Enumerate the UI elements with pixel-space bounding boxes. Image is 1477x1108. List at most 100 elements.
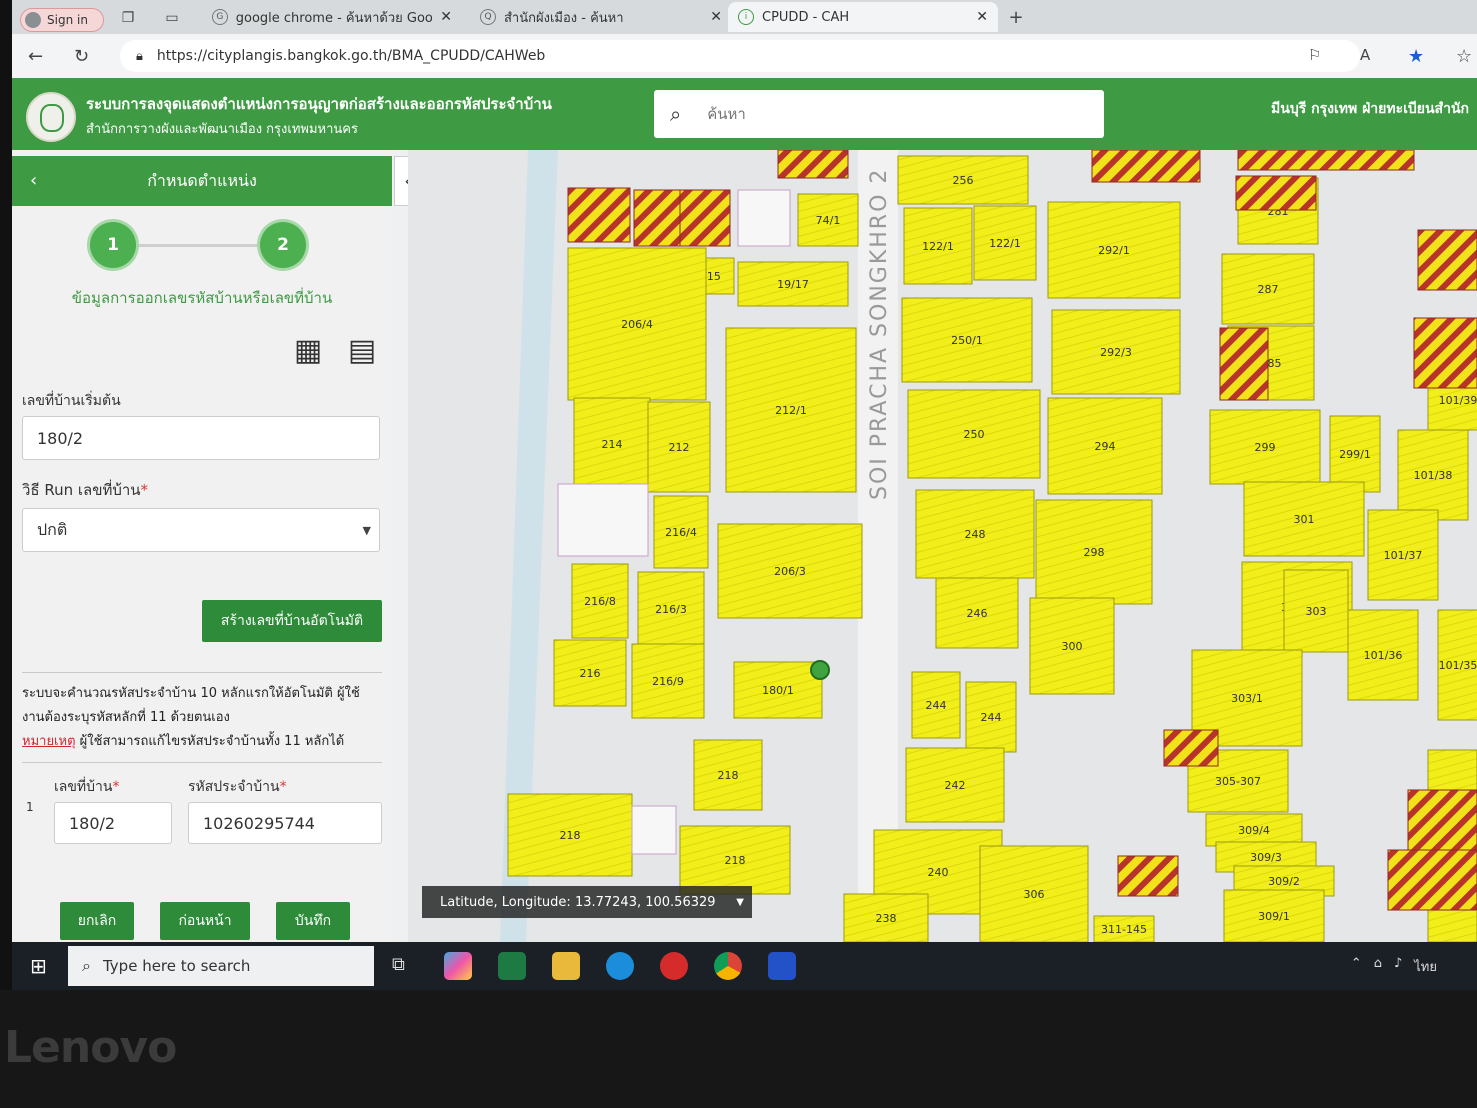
reserved-parcel[interactable] — [1417, 229, 1477, 291]
close-tab-icon[interactable]: ✕ — [440, 9, 452, 25]
parcel-label: 309/1 — [1258, 910, 1290, 923]
tab-cpudd-cah[interactable]: i CPUDD - CAH ✕ — [728, 2, 998, 32]
run-method-label: วิธี Run เลขที่บ้าน* — [22, 481, 149, 499]
reserved-parcel[interactable] — [1091, 150, 1201, 183]
refresh-icon[interactable]: ↻ — [74, 46, 89, 67]
reserved-parcel[interactable] — [777, 150, 849, 179]
screen: Sign in ❐ ▭ G google chrome - ค้นหาด้วย … — [12, 0, 1477, 990]
search-input[interactable] — [705, 104, 1050, 124]
close-tab-icon[interactable]: ✕ — [976, 9, 988, 25]
parcel-label: 306 — [1024, 888, 1045, 901]
parcel-label: 299/1 — [1339, 448, 1371, 461]
reserved-parcel[interactable] — [567, 187, 631, 243]
empty-parcel[interactable] — [557, 483, 649, 557]
copilot-icon[interactable] — [444, 952, 472, 980]
street-label: SOI PRACHA SONGKHRO 2 — [867, 168, 892, 500]
empty-parcel[interactable] — [737, 189, 791, 247]
language-indicator[interactable]: ไทย — [1414, 956, 1437, 977]
reserved-parcel[interactable] — [1387, 849, 1477, 911]
location-marker[interactable] — [810, 660, 830, 680]
house-code-input[interactable]: 10260295744 — [188, 802, 382, 844]
chevron-down-icon: ▼ — [736, 896, 744, 908]
save-button[interactable]: บันทึก — [276, 902, 350, 940]
reserved-parcel[interactable] — [679, 189, 731, 247]
lenovo-logo: Lenovo — [4, 1022, 177, 1073]
house-code-header: รหัสประจำบ้าน* — [188, 779, 287, 795]
divider — [22, 672, 382, 673]
tab-title: google chrome - ค้นหาด้วย Google — [235, 10, 433, 26]
parcel-label: 216 — [580, 667, 601, 680]
parcel-label: 244 — [981, 711, 1002, 724]
new-tab-button[interactable]: + — [1008, 9, 1024, 27]
add-table-icon[interactable]: ▦ — [288, 333, 328, 371]
previous-button[interactable]: ก่อนหน้า — [160, 902, 250, 940]
favorite-star-icon[interactable]: ★ — [1408, 46, 1424, 67]
map-view[interactable]: 256122/1122/1292/174/119/1519/17206/4250… — [408, 150, 1477, 942]
parcel-label: 298 — [1084, 546, 1105, 559]
network-icon[interactable]: ⌂ — [1374, 956, 1382, 977]
parcel-label: 218 — [560, 829, 581, 842]
parcel-label: 287 — [1258, 283, 1279, 296]
start-number-input[interactable]: 180/2 — [22, 416, 380, 460]
house-number-input[interactable]: 180/2 — [54, 802, 172, 844]
empty-parcel[interactable] — [631, 805, 677, 855]
sign-in-button[interactable]: Sign in — [20, 8, 104, 32]
reserved-parcel[interactable] — [1413, 317, 1477, 389]
remark-note: หมายเหตุ ผู้ใช้สามารถแก้ไขรหัสประจำบ้านท… — [22, 730, 382, 754]
edge-icon[interactable] — [606, 952, 634, 980]
reserved-parcel[interactable] — [1163, 729, 1219, 767]
wps-icon[interactable] — [660, 952, 688, 980]
reserved-parcel[interactable] — [633, 189, 681, 247]
parcel-label: 216/3 — [655, 603, 687, 616]
back-arrow-icon[interactable]: ← — [28, 46, 43, 67]
run-method-select[interactable]: ปกติ ▼ — [22, 508, 380, 552]
step-2[interactable]: 2 — [260, 222, 306, 268]
user-office: มีนบุรี กรุงเทพ ฝ่ายทะเบียนสำนัก — [1271, 101, 1469, 117]
reserved-parcel[interactable] — [1219, 327, 1269, 401]
edit-table-icon[interactable]: ▤ — [342, 333, 382, 371]
parcel-label: 101/38 — [1414, 469, 1453, 482]
tab-city-planning-search[interactable]: Q สำนักผังเมือง - ค้นหา ✕ — [470, 2, 732, 32]
parcel-label: 256 — [953, 174, 974, 187]
windows-start-icon[interactable]: ⊞ — [30, 954, 47, 978]
parcel-label: 212 — [669, 441, 690, 454]
url-text: https://cityplangis.bangkok.go.th/BMA_CP… — [156, 48, 546, 64]
search-icon: ⌕ — [670, 102, 682, 126]
reserved-parcel[interactable] — [1235, 175, 1317, 211]
file-explorer-icon[interactable] — [552, 952, 580, 980]
volume-icon[interactable]: ♪ — [1394, 956, 1402, 977]
browser-tab-bar: Sign in ❐ ▭ G google chrome - ค้นหาด้วย … — [12, 0, 1477, 34]
chevron-up-icon[interactable]: ⌃ — [1351, 956, 1362, 977]
read-aloud-icon[interactable]: A — [1360, 46, 1370, 64]
chevron-down-icon: ▼ — [362, 523, 371, 537]
url-field[interactable]: 🔒︎ https://cityplangis.bangkok.go.th/BMA… — [120, 40, 1360, 72]
auto-generate-button[interactable]: สร้างเลขที่บ้านอัตโนมัติ — [202, 600, 382, 642]
tab-actions-icon[interactable]: ▭ — [164, 10, 180, 26]
panel-back-icon[interactable]: ‹ — [30, 170, 37, 191]
parcel-map[interactable]: 256122/1122/1292/174/119/1519/17206/4250… — [408, 150, 1477, 942]
parcel-label: 309/4 — [1238, 824, 1270, 837]
cancel-button[interactable]: ยกเลิก — [60, 902, 134, 940]
favorites-icon[interactable]: ☆ — [1456, 46, 1472, 67]
task-view-icon[interactable]: ⧉ — [392, 954, 405, 975]
search-box[interactable]: ⌕ — [654, 90, 1104, 138]
tracking-icon[interactable]: ⚐ — [1308, 46, 1321, 64]
taskbar-search[interactable]: ⌕ Type here to search — [68, 946, 374, 986]
collections-icon[interactable]: ❐ — [120, 10, 136, 26]
parcel-label: 299 — [1255, 441, 1276, 454]
tab-google-search[interactable]: G google chrome - ค้นหาด้วย Google ✕ — [202, 2, 462, 32]
excel-icon[interactable] — [498, 952, 526, 980]
chrome-icon[interactable] — [714, 952, 742, 980]
parcel-label: 216/4 — [665, 526, 697, 539]
reserved-parcel[interactable] — [1117, 855, 1179, 897]
close-tab-icon[interactable]: ✕ — [710, 9, 722, 25]
parcel-label: 238 — [876, 912, 897, 925]
parcel-label: 180/1 — [762, 684, 794, 697]
parcel-label: 303/1 — [1231, 692, 1263, 705]
parcel-label: 300 — [1062, 640, 1083, 653]
house-code-header-text: รหัสประจำบ้าน — [188, 779, 280, 795]
step-1[interactable]: 1 — [90, 222, 136, 268]
reserved-parcel[interactable] — [1237, 150, 1415, 171]
app-subtitle: สำนักการวางผังและพัฒนาเมือง กรุงเทพมหานค… — [86, 122, 358, 137]
teams-icon[interactable] — [768, 952, 796, 980]
